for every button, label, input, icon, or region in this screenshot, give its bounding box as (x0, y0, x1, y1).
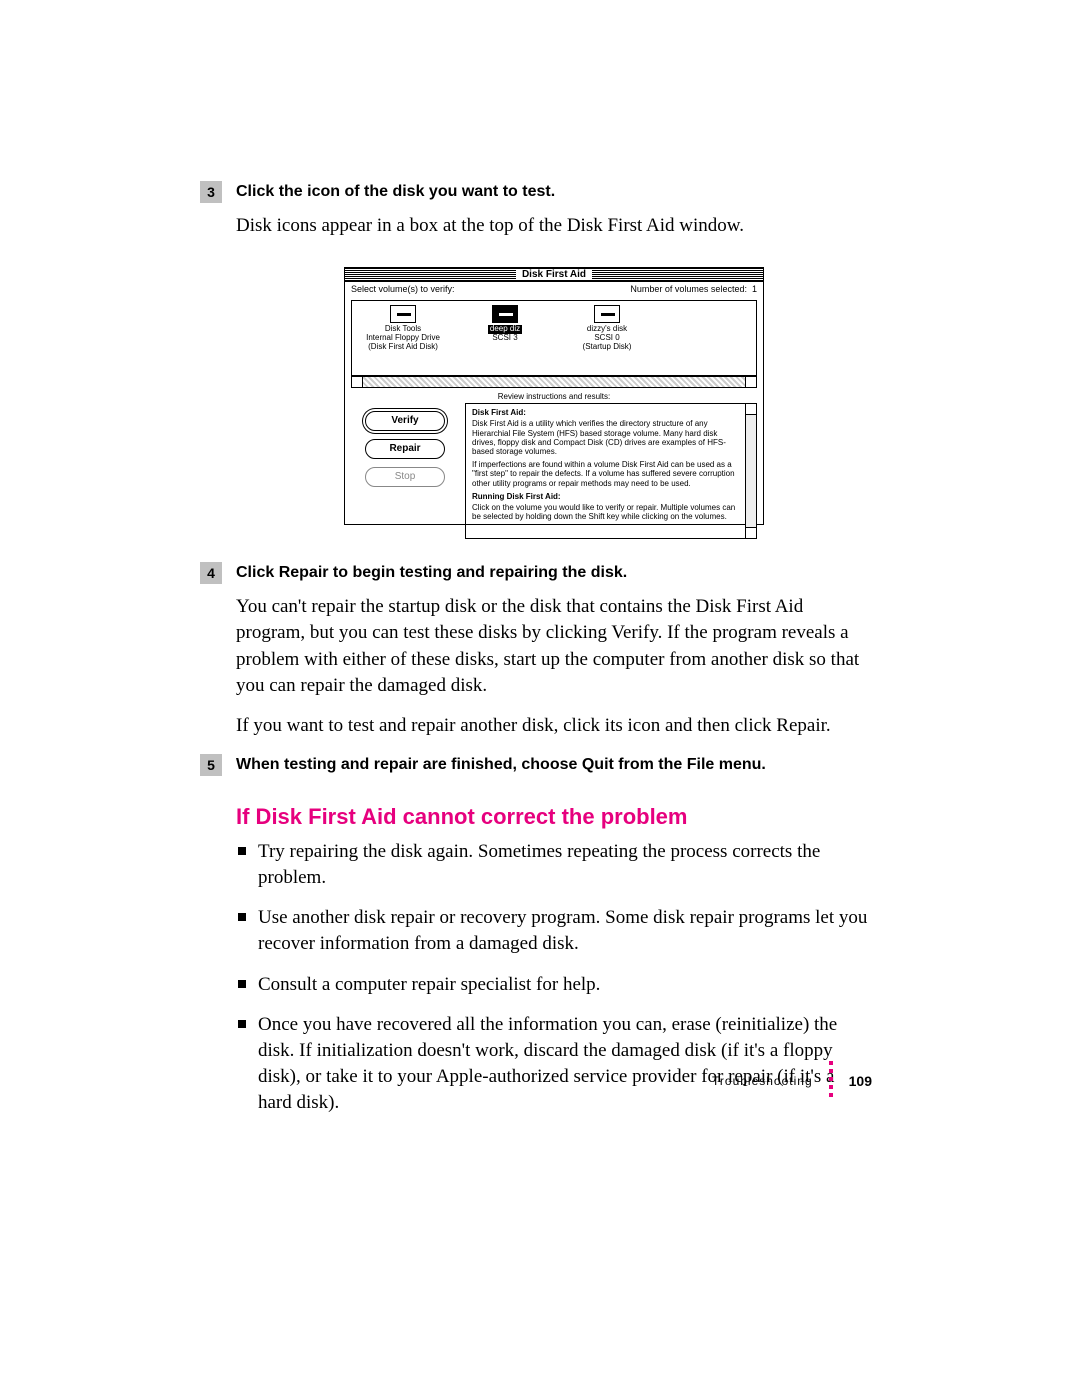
results-paragraph: Disk First Aid is a utility which verifi… (472, 419, 736, 456)
select-volumes-label: Select volume(s) to verify: (351, 284, 455, 294)
results-text: Disk First Aid: Disk First Aid is a util… (472, 408, 750, 521)
step-title: Click the icon of the disk you want to t… (236, 182, 555, 203)
footer-dots-icon (829, 1061, 833, 1097)
vertical-scrollbar[interactable] (745, 403, 757, 539)
results-heading: Disk First Aid: (472, 408, 736, 417)
scroll-down-icon[interactable] (745, 527, 757, 539)
document-page: 3 Click the icon of the disk you want to… (0, 0, 1080, 1397)
volume-note: (Startup Disk) (556, 343, 658, 352)
step-number-badge: 4 (200, 562, 222, 584)
repair-button[interactable]: Repair (365, 439, 445, 459)
disk-first-aid-window: Disk First Aid Select volume(s) to verif… (344, 267, 764, 525)
page-number: 109 (849, 1074, 872, 1088)
hard-drive-icon (492, 305, 518, 323)
step-4-body: You can't repair the startup disk or the… (236, 594, 872, 739)
step-title: When testing and repair are finished, ch… (236, 755, 766, 776)
window-title: Disk First Aid (516, 269, 592, 280)
step-number-badge: 5 (200, 754, 222, 776)
list-item: Use another disk repair or recovery prog… (236, 905, 872, 957)
results-paragraph: If imperfections are found within a volu… (472, 460, 736, 488)
window-titlebar: Disk First Aid (345, 268, 763, 282)
footer-section-name: Troubleshooting (712, 1075, 813, 1087)
verify-button[interactable]: Verify (365, 411, 445, 431)
section-heading: If Disk First Aid cannot correct the pro… (236, 804, 872, 830)
body-text: Disk icons appear in a box at the top of… (236, 213, 872, 239)
volume-item[interactable]: deep diz SCSI 3 (454, 301, 556, 375)
scroll-left-icon[interactable] (351, 376, 363, 388)
window-lower: Verify Repair Stop Disk First Aid: Disk … (351, 403, 757, 539)
horizontal-scrollbar[interactable] (351, 376, 757, 388)
list-item: Try repairing the disk again. Sometimes … (236, 839, 872, 891)
step-3: 3 Click the icon of the disk you want to… (200, 180, 872, 203)
window-header-row: Select volume(s) to verify: Number of vo… (345, 282, 763, 296)
volume-note: (Disk First Aid Disk) (352, 343, 454, 352)
volumes-selected-label: Number of volumes selected: 1 (630, 284, 757, 294)
step-title: Click Repair to begin testing and repair… (236, 563, 627, 584)
stop-button: Stop (365, 467, 445, 487)
page-footer: Troubleshooting 109 (712, 1065, 872, 1097)
body-text: If you want to test and repair another d… (236, 713, 872, 739)
body-text: You can't repair the startup disk or the… (236, 594, 872, 699)
results-paragraph: Click on the volume you would like to ve… (472, 503, 736, 521)
review-label: Review instructions and results: (345, 392, 763, 401)
volume-location: SCSI 3 (454, 334, 556, 343)
action-buttons: Verify Repair Stop (351, 403, 459, 539)
scroll-up-icon[interactable] (745, 403, 757, 415)
volume-list: Disk Tools Internal Floppy Drive (Disk F… (351, 300, 757, 376)
hard-drive-icon (594, 305, 620, 323)
list-item: Consult a computer repair specialist for… (236, 972, 872, 998)
step-5: 5 When testing and repair are finished, … (200, 753, 872, 776)
results-heading: Running Disk First Aid: (472, 492, 736, 501)
results-pane: Disk First Aid: Disk First Aid is a util… (465, 403, 757, 539)
volume-item[interactable]: Disk Tools Internal Floppy Drive (Disk F… (352, 301, 454, 375)
scroll-right-icon[interactable] (745, 376, 757, 388)
step-number-badge: 3 (200, 181, 222, 203)
step-4: 4 Click Repair to begin testing and repa… (200, 561, 872, 584)
step-3-body: Disk icons appear in a box at the top of… (236, 213, 872, 525)
floppy-drive-icon (390, 305, 416, 323)
volume-item[interactable]: dizzy's disk SCSI 0 (Startup Disk) (556, 301, 658, 375)
